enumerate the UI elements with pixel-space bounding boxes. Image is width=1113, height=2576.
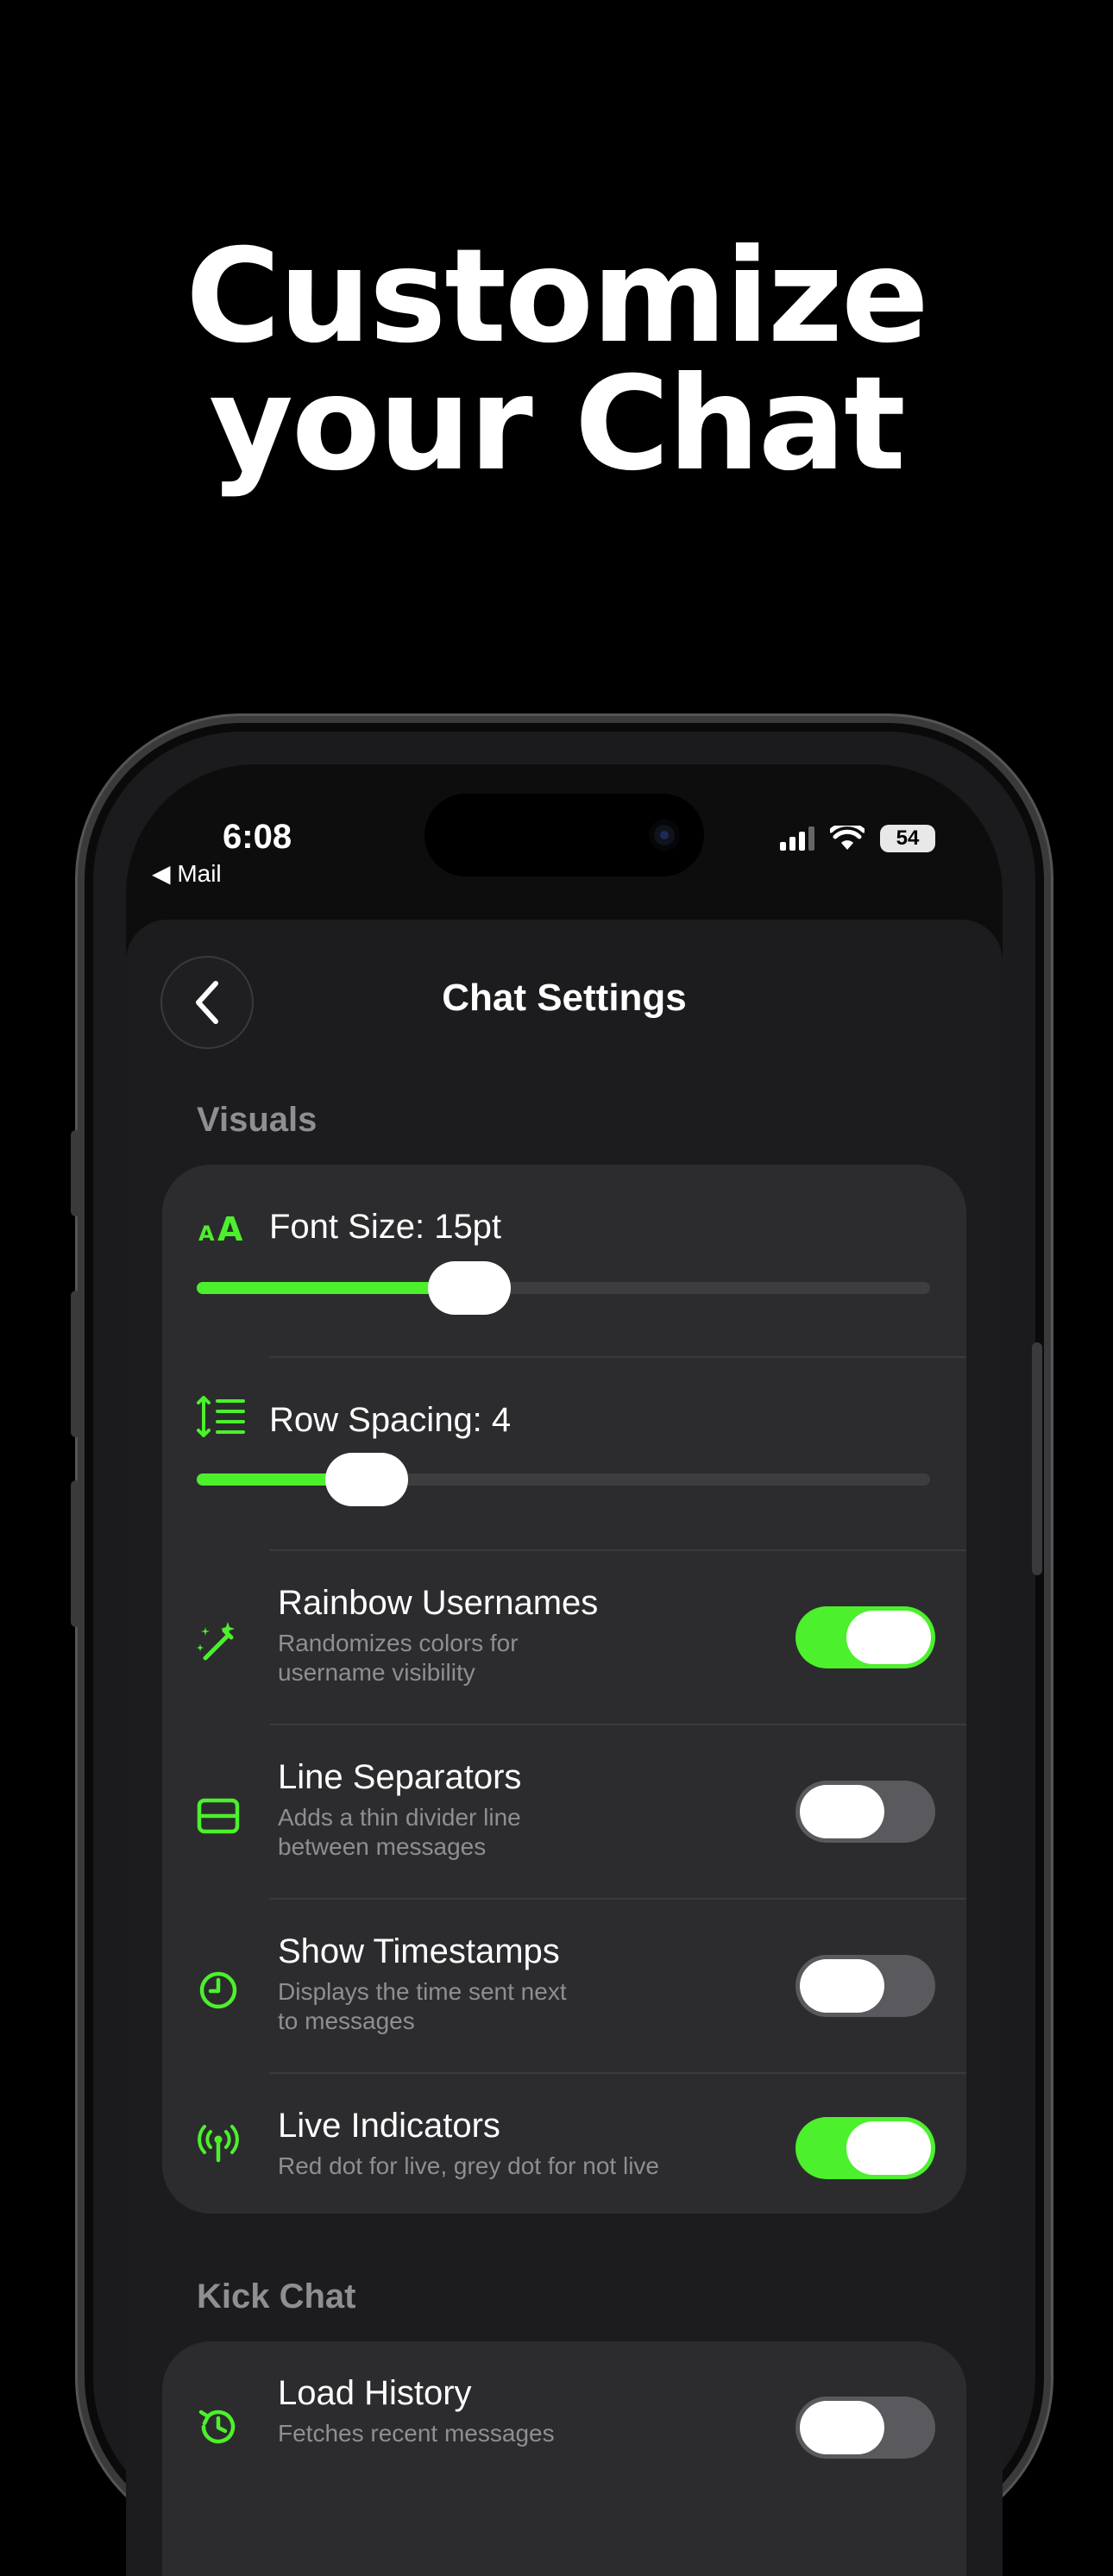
row-spacing-slider[interactable]: [197, 1453, 930, 1506]
show-timestamps-title: Show Timestamps: [278, 1932, 560, 1970]
toggle-knob: [846, 2121, 931, 2175]
phone-side-button: [71, 1130, 81, 1216]
load-history-toggle[interactable]: [795, 2397, 935, 2459]
font-size-row: A A Font Size: 15pt: [162, 1165, 966, 1356]
visuals-card: A A Font Size: 15pt Row Spacing: 4 Rainb…: [162, 1165, 966, 2214]
phone-volume-up-button: [71, 1291, 81, 1437]
toggle-knob: [800, 1785, 884, 1838]
marketing-headline: Customize your Chat: [0, 222, 1113, 499]
magic-wand-icon: [197, 1622, 235, 1661]
phone-volume-down-button: [71, 1480, 81, 1627]
toggle-knob: [800, 2401, 884, 2454]
load-history-subtitle: Fetches recent messages: [278, 2420, 555, 2447]
show-timestamps-subtitle: Displays the time sent next to messages: [278, 1978, 567, 2034]
kick-chat-card: Load History Fetches recent messages: [162, 2341, 966, 2576]
headline-line-2: your Chat: [209, 349, 906, 499]
broadcast-icon: [198, 2125, 239, 2163]
rainbow-usernames-subtitle: Randomizes colors for username visibilit…: [278, 1630, 519, 1686]
line-separators-title: Line Separators: [278, 1758, 522, 1796]
show-timestamps-toggle[interactable]: [795, 1955, 935, 2017]
row-spacing-slider-thumb[interactable]: [325, 1453, 409, 1506]
live-indicators-toggle[interactable]: [795, 2117, 935, 2179]
status-time: 6:08: [223, 818, 292, 856]
font-size-label: Font Size: 15pt: [269, 1208, 502, 1246]
svg-text:A: A: [198, 1222, 215, 1244]
rainbow-usernames-toggle[interactable]: [795, 1606, 935, 1668]
section-label-visuals: Visuals: [197, 1101, 318, 1139]
line-spacing-icon: [197, 1396, 245, 1437]
load-history-title: Load History: [278, 2374, 472, 2412]
line-separators-row: Line Separators Adds a thin divider line…: [162, 1725, 966, 1898]
font-size-icon: A A: [198, 1210, 243, 1244]
page-title: Chat Settings: [442, 977, 687, 1019]
toggle-knob: [846, 1611, 931, 1664]
toggle-knob: [800, 1959, 884, 2013]
rainbow-usernames-title: Rainbow Usernames: [278, 1584, 599, 1622]
live-indicators-subtitle: Red dot for live, grey dot for not live: [278, 2152, 659, 2179]
load-history-row: Load History Fetches recent messages: [162, 2341, 966, 2514]
phone-frame: 6:08 ◀ Mail 54 Chat Settings Visuals A A…: [78, 716, 1051, 2576]
status-back-to-mail[interactable]: ◀ Mail: [152, 859, 222, 888]
svg-text:A: A: [217, 1210, 243, 1244]
line-separators-subtitle: Adds a thin divider line between message…: [278, 1804, 521, 1860]
section-label-kick-chat: Kick Chat: [197, 2278, 356, 2315]
font-size-slider[interactable]: [197, 1261, 930, 1315]
rainbow-usernames-row: Rainbow Usernames Randomizes colors for …: [162, 1551, 966, 1724]
battery-indicator: 54: [880, 825, 935, 852]
status-icons: 54: [780, 825, 935, 852]
dynamic-island: [424, 794, 704, 876]
camera-icon: [649, 820, 680, 851]
row-spacing-row: Row Spacing: 4: [162, 1358, 966, 1549]
font-size-slider-thumb[interactable]: [428, 1261, 512, 1315]
live-indicators-row: Live Indicators Red dot for live, grey d…: [162, 2074, 966, 2214]
wifi-icon: [830, 826, 865, 850]
line-separators-toggle[interactable]: [795, 1781, 935, 1843]
cellular-signal-icon: [780, 826, 814, 851]
phone-power-button: [1032, 1342, 1042, 1575]
clock-icon: [199, 1971, 237, 2009]
row-spacing-label: Row Spacing: 4: [269, 1401, 512, 1439]
phone-screen: 6:08 ◀ Mail 54 Chat Settings Visuals A A…: [126, 764, 1003, 2576]
live-indicators-title: Live Indicators: [278, 2107, 500, 2145]
show-timestamps-row: Show Timestamps Displays the time sent n…: [162, 1900, 966, 2072]
card-divider-icon: [197, 1798, 240, 1834]
settings-sheet: Chat Settings Visuals A A Font Size: 15p…: [126, 920, 1003, 2576]
headline-line-1: Customize: [186, 222, 929, 372]
